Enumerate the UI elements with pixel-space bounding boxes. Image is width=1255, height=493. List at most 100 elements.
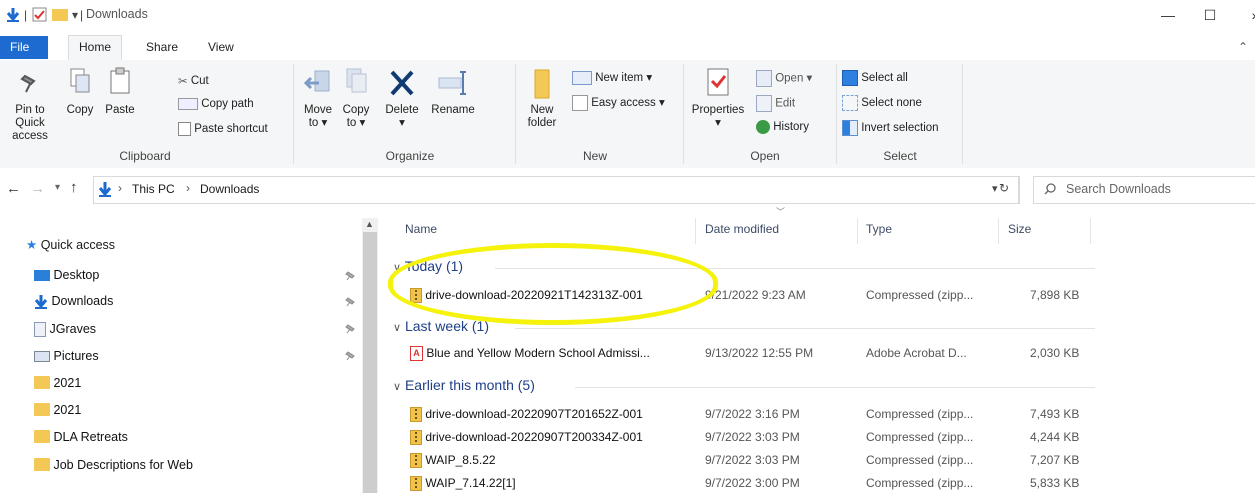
file-row[interactable]: WAIP_7.14.22[1] 9/7/2022 3:00 PM Compres… <box>405 473 1125 493</box>
search-input[interactable]: Search Downloads <box>1066 182 1171 196</box>
pin-icon[interactable] <box>344 270 356 282</box>
nav-quick-access[interactable]: ★ Quick access <box>26 237 115 252</box>
cut-button[interactable]: ✂ Cut <box>178 74 209 88</box>
back-button[interactable]: ← <box>6 180 21 197</box>
refresh-button[interactable]: ↻ <box>991 176 1019 204</box>
nav-label: Desktop <box>53 268 100 282</box>
copy-path-button[interactable]: Copy path <box>178 98 254 110</box>
nav-item-jgraves[interactable]: JGraves <box>34 318 96 340</box>
tab-file[interactable]: File <box>0 36 48 59</box>
column-divider[interactable] <box>857 218 858 244</box>
rename-button[interactable]: Rename <box>426 66 480 117</box>
scroll-up-arrow-icon[interactable]: ▲ <box>365 219 374 229</box>
minimize-button[interactable]: — <box>1150 4 1186 26</box>
pin-icon[interactable] <box>344 323 356 335</box>
folder-icon <box>34 430 50 444</box>
new-folder-label-2: folder <box>527 117 557 129</box>
file-row[interactable]: drive-download-20220907T200334Z-001 9/7/… <box>405 427 1125 449</box>
paste-shortcut-label: Paste shortcut <box>194 123 268 136</box>
file-date: 9/7/2022 3:00 PM <box>705 476 800 490</box>
file-name: Blue and Yellow Modern School Admissi... <box>426 346 650 360</box>
edit-button[interactable]: Edit <box>756 95 795 112</box>
file-row[interactable]: WAIP_8.5.22 9/7/2022 3:03 PM Compressed … <box>405 450 1125 472</box>
close-button[interactable]: › <box>1236 4 1255 26</box>
copy-to-label-2: to ▾ <box>346 117 366 129</box>
copy-path-icon <box>178 98 198 110</box>
edit-icon <box>756 95 772 112</box>
nav-scrollbar-thumb[interactable] <box>363 232 377 493</box>
nav-item-desktop[interactable]: Desktop <box>34 264 99 286</box>
column-divider[interactable] <box>998 218 999 244</box>
file-name: WAIP_8.5.22 <box>425 453 496 467</box>
nav-label: Pictures <box>53 349 99 363</box>
column-header-name[interactable]: Name <box>405 222 437 236</box>
search-box[interactable]: Search Downloads <box>1033 176 1255 204</box>
column-divider[interactable] <box>695 218 696 244</box>
qat-separator: | <box>80 8 84 22</box>
nav-item-job-descriptions[interactable]: Job Descriptions for Web <box>34 454 193 476</box>
new-folder-icon[interactable] <box>52 8 68 21</box>
highlight-annotation <box>388 243 718 325</box>
breadcrumb-this-pc[interactable]: This PC <box>132 182 175 196</box>
tab-view[interactable]: View <box>198 36 244 59</box>
easy-access-icon <box>572 95 588 111</box>
easy-access-button[interactable]: Easy access ▾ <box>572 95 665 111</box>
pin-to-quick-access-button[interactable]: Pin to Quick access <box>0 66 60 143</box>
column-header-type[interactable]: Type <box>866 222 892 236</box>
nav-item-dla-retreats[interactable]: DLA Retreats <box>34 426 128 448</box>
history-button[interactable]: History <box>756 120 809 134</box>
open-icon <box>756 70 772 87</box>
properties-check-icon[interactable] <box>32 7 47 22</box>
copy-icon <box>70 68 90 93</box>
copy-button[interactable]: Copy <box>60 66 100 117</box>
delete-label: Delete <box>385 104 419 116</box>
select-none-button[interactable]: Select none <box>842 95 922 111</box>
nav-item-2021[interactable]: 2021 <box>34 399 81 421</box>
column-header-date-modified[interactable]: Date modified <box>705 222 779 236</box>
select-all-button[interactable]: Select all <box>842 70 908 86</box>
delete-button[interactable]: Delete ▾ <box>378 66 426 130</box>
qat-dropdown[interactable]: ▾ <box>72 8 78 22</box>
pin-icon[interactable] <box>344 350 356 362</box>
expand-ribbon-icon[interactable]: ⌃ <box>1238 40 1248 54</box>
nav-label: JGraves <box>49 322 97 336</box>
nav-item-2021[interactable]: 2021 <box>34 372 81 394</box>
tab-home[interactable]: Home <box>68 35 123 60</box>
copy-to-icon <box>346 68 367 93</box>
recent-locations-button[interactable]: ▾ <box>55 182 60 193</box>
open-button[interactable]: Open ▾ <box>756 70 812 87</box>
properties-button[interactable]: Properties ▾ <box>686 66 750 130</box>
folder-icon <box>34 376 50 390</box>
nav-label: Job Descriptions for Web <box>53 458 193 472</box>
move-to-button[interactable]: Move to ▾ <box>300 66 336 130</box>
title-bar: | ▾ | Downloads — ☐ › <box>0 0 1255 30</box>
new-item-button[interactable]: New item ▾ <box>572 70 652 85</box>
new-folder-label-1: New <box>530 104 554 116</box>
paste-button[interactable]: Paste <box>100 66 140 117</box>
nav-item-pictures[interactable]: Pictures <box>34 345 99 367</box>
up-button[interactable]: ↑ <box>70 179 78 196</box>
file-type: Compressed (zipp... <box>866 430 974 444</box>
paste-shortcut-button[interactable]: Paste shortcut <box>178 122 268 136</box>
invert-selection-button[interactable]: Invert selection <box>842 120 939 136</box>
tab-share[interactable]: Share <box>136 36 188 59</box>
new-folder-button[interactable]: New folder <box>520 66 564 130</box>
forward-button[interactable]: → <box>30 180 45 197</box>
move-to-icon <box>303 70 330 92</box>
copy-to-button[interactable]: Copy to ▾ <box>338 66 374 130</box>
downloads-arrow-icon[interactable] <box>6 7 20 23</box>
pin-icon[interactable] <box>344 296 356 308</box>
breadcrumb-downloads[interactable]: Downloads <box>200 182 259 196</box>
address-box[interactable]: › This PC › Downloads ▾ <box>93 176 1020 204</box>
group-header-earlier-this-month[interactable]: ∨ Earlier this month (5) <box>393 377 535 393</box>
file-type: Compressed (zipp... <box>866 288 974 302</box>
column-divider[interactable] <box>1090 218 1091 244</box>
group-divider-line <box>575 387 1095 388</box>
maximize-button[interactable]: ☐ <box>1192 4 1228 26</box>
file-size: 2,030 KB <box>1030 346 1080 360</box>
properties-label: Properties <box>691 104 745 116</box>
column-header-size[interactable]: Size <box>1008 222 1031 236</box>
file-row[interactable]: A Blue and Yellow Modern School Admissi.… <box>405 343 1125 365</box>
file-row[interactable]: drive-download-20220907T201652Z-001 9/7/… <box>405 404 1125 426</box>
nav-item-downloads[interactable]: Downloads <box>34 290 113 312</box>
